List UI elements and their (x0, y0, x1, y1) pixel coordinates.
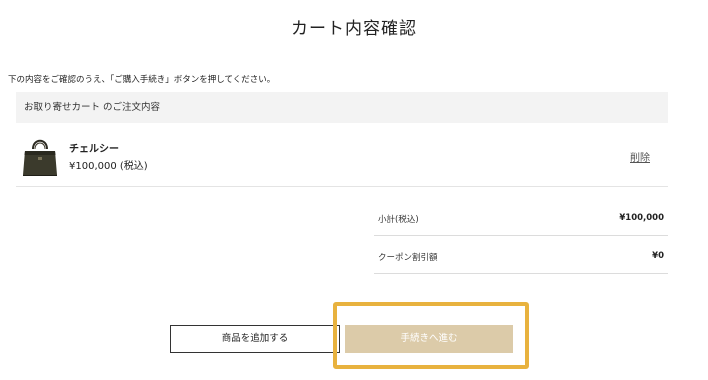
delete-item-link[interactable]: 削除 (630, 149, 650, 164)
subtotal-label: 小計(税込) (378, 215, 419, 225)
handbag-icon[interactable] (22, 135, 58, 177)
subtotal-row: 小計(税込) ¥100,000 (374, 198, 668, 236)
product-price: ¥100,000 (税込) (69, 161, 148, 172)
cart-section-header: お取り寄せカート のご注文内容 (16, 92, 668, 123)
proceed-checkout-button[interactable]: 手続きへ進む (345, 325, 513, 353)
coupon-discount-row: クーポン割引額 ¥0 (374, 236, 668, 274)
coupon-discount-value: ¥0 (652, 251, 664, 261)
coupon-discount-label: クーポン割引額 (378, 253, 438, 263)
instruction-text: 下の内容をご確認のうえ、「ご購入手続き」ボタンを押してください。 (8, 75, 276, 85)
page-title: カート内容確認 (291, 19, 417, 39)
subtotal-value: ¥100,000 (619, 213, 664, 223)
cart-item: チェルシー ¥100,000 (税込) 削除 (16, 123, 668, 187)
add-products-button[interactable]: 商品を追加する (170, 325, 340, 353)
product-name[interactable]: チェルシー (69, 140, 119, 155)
order-summary: 小計(税込) ¥100,000 クーポン割引額 ¥0 (374, 198, 668, 274)
